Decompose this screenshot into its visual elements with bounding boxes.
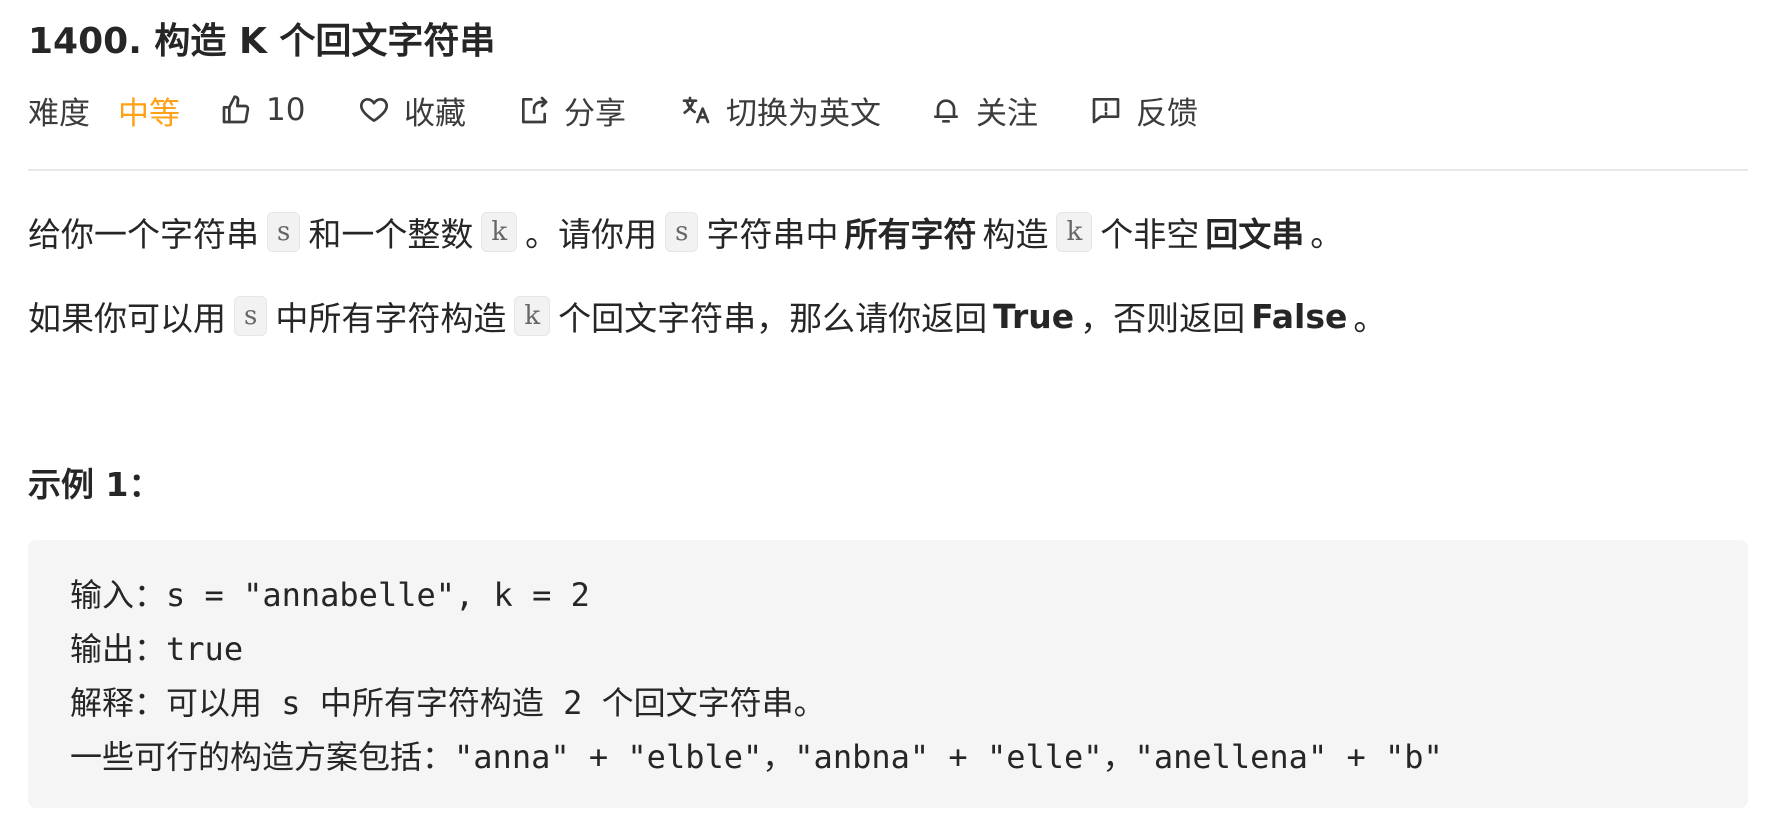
difficulty-label: 难度 (28, 95, 90, 132)
text: 构造 (982, 215, 1049, 254)
inline-code: s (234, 296, 268, 336)
description-paragraph-1: 给你一个字符串 s 和一个整数 k 。请你用 s 字符串中 所有字符 构造 k … (28, 208, 1343, 256)
like-button[interactable]: 10 (220, 88, 305, 132)
explanation-label: 解释： (70, 684, 167, 722)
text: 如果你可以用 (28, 299, 226, 338)
favorite-label: 收藏 (404, 95, 466, 132)
separator: ， (762, 738, 795, 776)
text: ，否则返回 (1080, 299, 1246, 338)
bold-text: 所有字符 (844, 215, 977, 254)
divider (28, 169, 1748, 171)
difficulty: 难度 中等 (28, 88, 180, 132)
inline-code: s (665, 212, 699, 252)
explanation-code: 2 (543, 684, 602, 722)
follow-label: 关注 (976, 95, 1038, 132)
like-count: 10 (266, 92, 306, 128)
problem-title: 1400. 构造 K 个回文字符串 (28, 21, 496, 62)
example-cases-line: 一些可行的构造方案包括："anna" + "elble"，"anbna" + "… (70, 732, 1443, 778)
case-1: "anna" + "elble" (454, 738, 763, 776)
share-label: 分享 (564, 95, 626, 132)
explanation-text: 个回文字符串。 (601, 684, 826, 722)
text: 中所有字符构造 (275, 299, 507, 338)
example-explanation-line: 解释：可以用 s 中所有字符构造 2 个回文字符串。 (70, 678, 826, 724)
translate-icon (682, 96, 710, 124)
text: 字符串中 (706, 215, 839, 254)
inline-code: k (481, 212, 518, 252)
inline-code: k (514, 296, 551, 336)
favorite-button[interactable]: 收藏 (358, 88, 466, 132)
example-title: 示例 1： (28, 465, 162, 504)
cases-label: 一些可行的构造方案包括： (70, 738, 455, 776)
thumbs-up-icon (222, 95, 250, 124)
feedback-label: 反馈 (1136, 95, 1198, 132)
bold-text: 回文串 (1205, 215, 1305, 254)
example-output-line: 输出：true (70, 624, 243, 670)
follow-button[interactable]: 关注 (930, 88, 1038, 132)
share-button[interactable]: 分享 (518, 88, 626, 132)
difficulty-badge: 中等 (118, 95, 180, 132)
inline-code: s (267, 212, 301, 252)
share-icon (522, 96, 548, 124)
text: 。 (1310, 215, 1344, 254)
output-label: 输出： (70, 630, 167, 668)
text: 和一个整数 (308, 215, 474, 254)
separator: ， (1102, 738, 1135, 776)
description-paragraph-2: 如果你可以用 s 中所有字符构造 k 个回文字符串，那么请你返回 True ，否… (28, 292, 1386, 340)
text: 。请你用 (525, 215, 658, 254)
text: 给你一个字符串 (28, 215, 259, 254)
switch-language-button[interactable]: 切换为英文 (680, 88, 881, 132)
input-value: s = "annabelle", k = 2 (166, 576, 590, 614)
problem-page: 1400. 构造 K 个回文字符串 难度 中等 10 收藏 分享 切换为英文 关… (0, 0, 1779, 829)
output-value: true (166, 630, 244, 668)
case-3: "anellena" + "b" (1134, 738, 1443, 776)
input-label: 输入： (70, 576, 167, 614)
text: 个回文字符串，那么请你返回 (558, 299, 988, 338)
bold-text: False (1251, 296, 1348, 336)
bell-icon (934, 99, 958, 123)
text: 个非空 (1100, 215, 1200, 254)
feedback-icon (1092, 98, 1120, 124)
inline-code: k (1056, 212, 1093, 252)
explanation-code: s (262, 684, 320, 722)
text: 。 (1353, 299, 1387, 338)
example-code-block: 输入：s = "annabelle", k = 2 输出：true 解释：可以用… (28, 540, 1748, 808)
switch-language-label: 切换为英文 (726, 95, 881, 132)
example-input-line: 输入：s = "annabelle", k = 2 (70, 570, 590, 616)
heart-icon (360, 98, 388, 122)
case-2: "anbna" + "elle" (794, 738, 1103, 776)
bold-text: True (993, 296, 1075, 336)
feedback-button[interactable]: 反馈 (1090, 88, 1198, 132)
explanation-text: 中所有字符构造 (319, 684, 544, 722)
explanation-text: 可以用 (166, 684, 263, 722)
